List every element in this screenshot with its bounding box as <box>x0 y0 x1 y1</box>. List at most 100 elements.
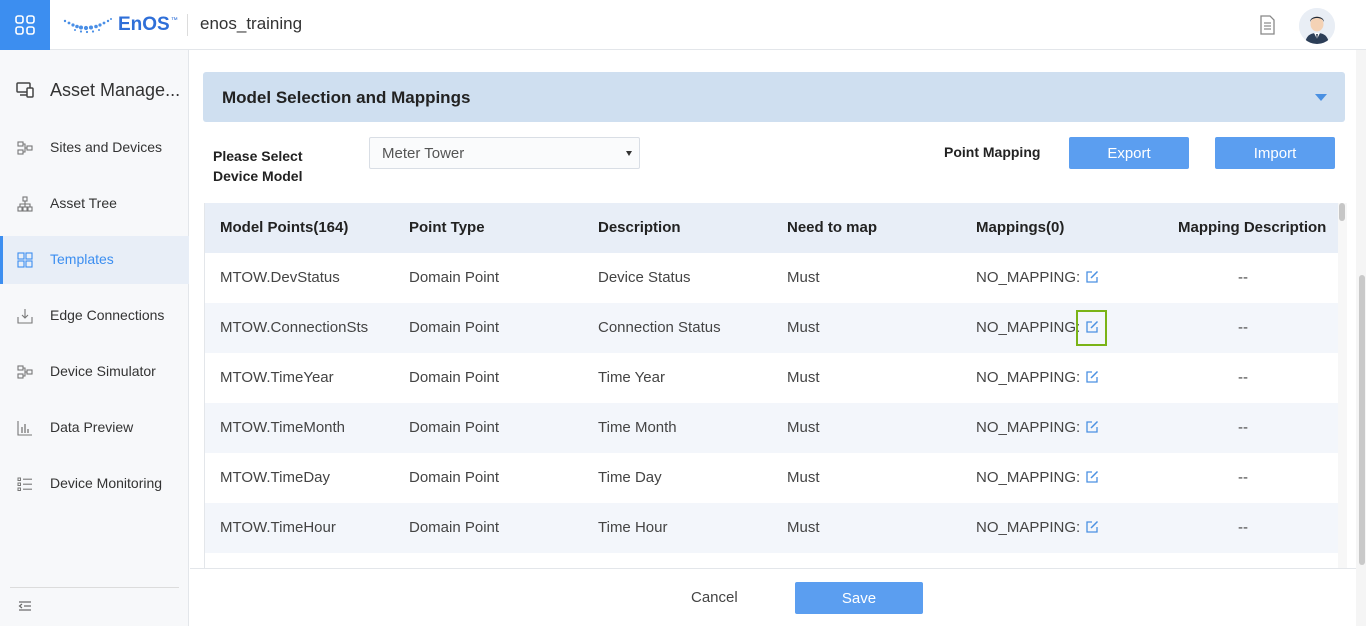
page-scrollbar-thumb[interactable] <box>1359 275 1365 565</box>
sidebar-item-label: Edge Connections <box>50 307 165 323</box>
sidebar: Asset Manage... Sites and Devices Asset … <box>0 50 189 626</box>
chart-icon <box>17 421 32 436</box>
cell-mapping-description: -- <box>1238 519 1248 536</box>
logo-text: EnOS <box>118 14 170 35</box>
sidebar-item-edge-connections[interactable]: Edge Connections <box>0 292 189 340</box>
edit-mapping-icon[interactable] <box>1085 520 1099 534</box>
cell-mapping-description: -- <box>1238 469 1248 486</box>
device-model-label-line1: Please Select <box>213 148 303 164</box>
table-row: MTOW.ConnectionSts Domain Point Connecti… <box>205 303 1338 353</box>
device-model-value: Meter Tower <box>382 145 465 162</box>
cell-description: Time Month <box>598 419 677 436</box>
cancel-button[interactable]: Cancel <box>691 589 738 606</box>
sidebar-divider <box>10 587 179 588</box>
tree-icon <box>17 196 33 212</box>
device-model-select[interactable]: Meter Tower <box>369 137 640 169</box>
column-header-model-points: Model Points(164) <box>220 219 349 236</box>
cell-model-point: MTOW.TimeDay <box>220 469 331 486</box>
table-scrollbar-thumb[interactable] <box>1339 203 1345 221</box>
edit-mapping-icon[interactable] <box>1085 470 1099 484</box>
column-header-mapping-description: Mapping Description <box>1178 219 1327 236</box>
org-name[interactable]: enos_training <box>200 14 302 34</box>
table-row: MTOW.TimeDay Domain Point Time Day Must … <box>205 453 1338 503</box>
sidebar-title: Asset Manage... <box>50 80 181 100</box>
table-row: MTOW.TimeYear Domain Point Time Year Mus… <box>205 353 1338 403</box>
point-mapping-label: Point Mapping <box>944 144 1041 160</box>
edit-mapping-icon[interactable] <box>1085 270 1099 284</box>
edit-mapping-icon[interactable] <box>1085 370 1099 384</box>
app-grid-button[interactable] <box>0 0 50 50</box>
cell-need-to-map: Must <box>787 269 820 286</box>
sidebar-item-sites-and-devices[interactable]: Sites and Devices <box>0 124 189 172</box>
import-button[interactable]: Import <box>1215 137 1335 169</box>
enos-logo: EnOS ™ <box>62 13 178 37</box>
panel-title: Model Selection and Mappings <box>222 88 471 107</box>
sidebar-item-label: Device Monitoring <box>50 475 163 491</box>
caret-down-icon[interactable] <box>1315 94 1327 101</box>
sidebar-item-device-monitoring[interactable]: Device Monitoring <box>0 460 189 508</box>
cell-need-to-map: Must <box>787 519 820 536</box>
sites-icon <box>17 141 33 155</box>
column-header-point-type: Point Type <box>409 219 485 236</box>
simulator-icon <box>17 365 33 379</box>
cell-point-type: Domain Point <box>409 419 500 436</box>
sidebar-item-device-simulator[interactable]: Device Simulator <box>0 348 189 396</box>
footer-divider <box>190 568 1356 569</box>
cell-description: Time Year <box>598 369 665 386</box>
save-button[interactable]: Save <box>795 582 923 614</box>
column-header-need-to-map: Need to map <box>787 219 878 236</box>
cell-mapping-description: -- <box>1238 319 1248 336</box>
highlight-box <box>1076 310 1107 346</box>
cell-mapping: NO_MAPPING: <box>976 519 1081 536</box>
cell-description: Device Status <box>598 269 691 286</box>
cell-description: Time Day <box>598 469 662 486</box>
cell-point-type: Domain Point <box>409 269 500 286</box>
collapse-sidebar-icon[interactable] <box>18 599 32 617</box>
column-header-mappings: Mappings(0) <box>976 219 1065 236</box>
cell-mapping-description: -- <box>1238 369 1248 386</box>
cell-mapping: NO_MAPPING: <box>976 469 1081 486</box>
table-row: MTOW.TimeHour Domain Point Time Hour Mus… <box>205 503 1338 553</box>
table-row: MTOW.TimeMonth Domain Point Time Month M… <box>205 403 1338 453</box>
sidebar-item-asset-tree[interactable]: Asset Tree <box>0 180 189 228</box>
document-icon[interactable] <box>1258 15 1276 40</box>
header-divider <box>187 14 188 36</box>
sidebar-item-data-preview[interactable]: Data Preview <box>0 404 189 452</box>
cell-point-type: Domain Point <box>409 469 500 486</box>
table-scrollbar[interactable] <box>1338 203 1347 568</box>
edit-mapping-icon[interactable] <box>1085 420 1099 434</box>
cell-point-type: Domain Point <box>409 519 500 536</box>
table-header: Model Points(164) Point Type Description… <box>205 203 1338 253</box>
cell-point-type: Domain Point <box>409 319 500 336</box>
export-button[interactable]: Export <box>1069 137 1189 169</box>
user-avatar[interactable] <box>1299 8 1335 44</box>
device-model-label: Please Select Device Model <box>213 146 333 186</box>
model-selection-panel-header[interactable]: Model Selection and Mappings <box>203 72 1345 122</box>
cell-mapping: NO_MAPPING: <box>976 319 1081 336</box>
cell-model-point: MTOW.TimeHour <box>220 519 336 536</box>
asset-management-icon <box>16 82 34 98</box>
sidebar-item-label: Asset Tree <box>50 195 117 211</box>
sidebar-header[interactable]: Asset Manage... <box>0 68 189 114</box>
cell-description: Time Hour <box>598 519 668 536</box>
point-mapping-table: Model Points(164) Point Type Description… <box>204 203 1338 568</box>
cell-mapping: NO_MAPPING: <box>976 369 1081 386</box>
column-header-description: Description <box>598 219 681 236</box>
cell-mapping-description: -- <box>1238 269 1248 286</box>
edge-icon <box>17 309 33 324</box>
cell-need-to-map: Must <box>787 319 820 336</box>
sidebar-item-templates[interactable]: Templates <box>0 236 189 284</box>
cell-model-point: MTOW.TimeYear <box>220 369 334 386</box>
monitoring-icon <box>17 477 32 491</box>
user-avatar-icon <box>1299 8 1335 44</box>
sidebar-item-label: Data Preview <box>50 419 134 435</box>
dropdown-caret-icon <box>626 151 632 156</box>
sidebar-item-label: Device Simulator <box>50 363 156 379</box>
cell-mapping: NO_MAPPING: <box>976 419 1081 436</box>
app-grid-icon <box>15 15 35 35</box>
cell-model-point: MTOW.TimeMonth <box>220 419 346 436</box>
cell-description: Connection Status <box>598 319 721 336</box>
cell-mapping: NO_MAPPING: <box>976 269 1081 286</box>
cell-need-to-map: Must <box>787 369 820 386</box>
cell-model-point: MTOW.DevStatus <box>220 269 340 286</box>
